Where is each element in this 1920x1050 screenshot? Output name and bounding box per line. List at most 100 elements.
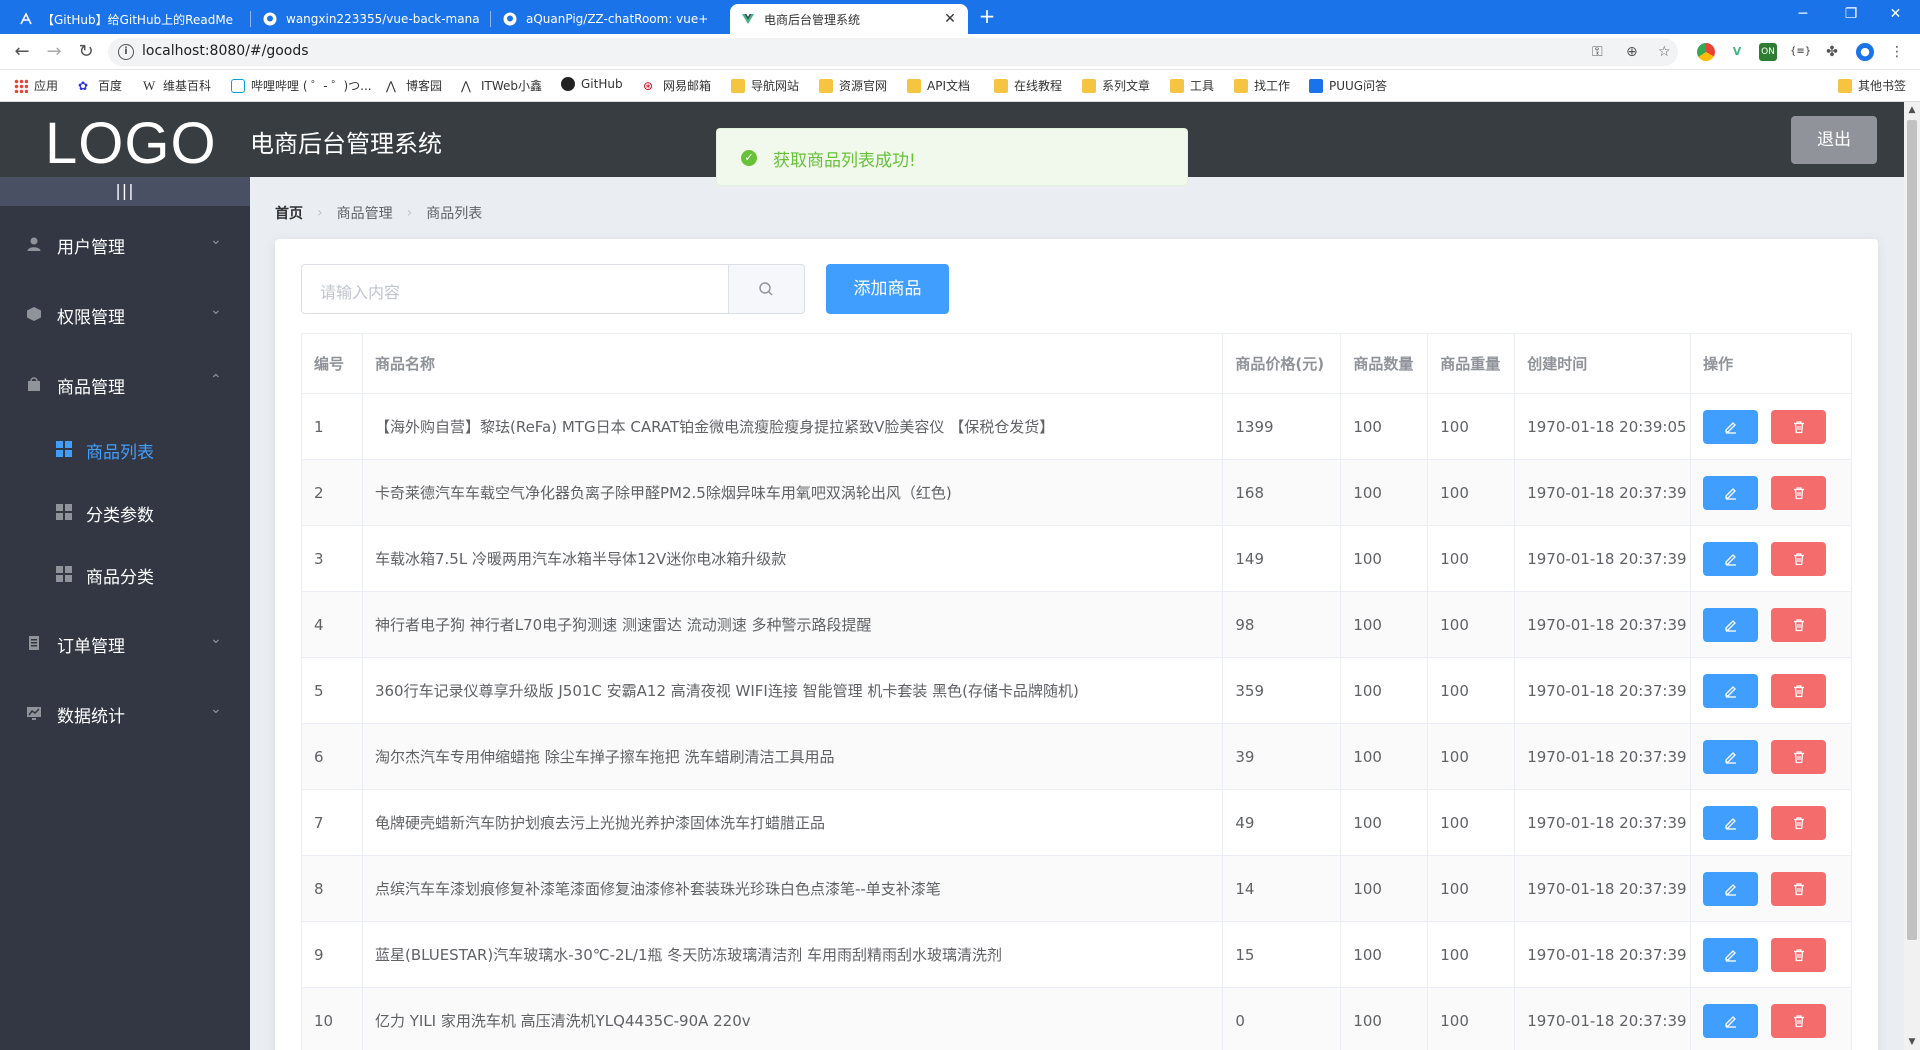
extension-on-icon[interactable]: ON bbox=[1759, 43, 1777, 61]
bookmark-label: 应用 bbox=[34, 79, 59, 93]
grid-icon bbox=[56, 441, 72, 457]
close-tab-icon[interactable]: ✕ bbox=[942, 11, 958, 27]
chevron-down-icon: ⌄ bbox=[210, 302, 222, 318]
puzzle-icon[interactable]: ✤ bbox=[1823, 43, 1841, 61]
menu-rights[interactable]: 权限管理 ⌄ bbox=[0, 286, 250, 342]
edit-button[interactable] bbox=[1703, 541, 1759, 576]
bookmark-bilibili[interactable]: 哔哩哔哩 ( ゜- ゜)つ... bbox=[231, 77, 372, 94]
cell-id: 3 bbox=[302, 526, 363, 592]
add-goods-button[interactable]: 添加商品 bbox=[826, 264, 949, 314]
info-icon[interactable]: i bbox=[118, 44, 134, 60]
bookmark-baidu[interactable]: ✿ 百度 bbox=[78, 77, 122, 94]
delete-button[interactable] bbox=[1771, 673, 1827, 708]
puug-icon bbox=[1309, 78, 1323, 93]
bookmark-wikipedia[interactable]: W 维基百科 bbox=[143, 77, 211, 94]
close-window-icon[interactable]: ✕ bbox=[1871, 0, 1920, 30]
bookmark-folder[interactable]: 工具 bbox=[1170, 77, 1214, 94]
delete-button[interactable] bbox=[1771, 937, 1827, 972]
delete-button[interactable] bbox=[1771, 409, 1827, 444]
json-icon[interactable]: {≡} bbox=[1790, 43, 1811, 61]
forward-icon[interactable]: → bbox=[42, 41, 66, 63]
scroll-down-icon[interactable]: ▼ bbox=[1904, 1034, 1920, 1050]
bookmark-label: ITWeb小鑫 bbox=[481, 79, 543, 93]
browser-tab[interactable]: 【GitHub】给GitHub上的ReadMe bbox=[8, 4, 248, 34]
search-input[interactable]: 请输入内容 bbox=[301, 264, 729, 314]
edit-button[interactable] bbox=[1703, 475, 1759, 510]
table-row: 10 亿力 YILI 家用洗车机 高压清洗机YLQ4435C-90A 220v 0 1… bbox=[302, 988, 1853, 1050]
sidebar-toggle[interactable]: ||| bbox=[0, 177, 250, 206]
delete-button[interactable] bbox=[1771, 541, 1827, 576]
menu-goods[interactable]: 商品管理 ⌃ bbox=[0, 356, 250, 412]
delete-button[interactable] bbox=[1771, 607, 1827, 642]
bookmark-folder[interactable]: API文档 bbox=[907, 77, 970, 94]
omnibox[interactable]: i localhost:8080/#/goods ⚿ ⊕ ☆ bbox=[108, 38, 1678, 66]
bookmark-github[interactable]: GitHub bbox=[561, 77, 623, 91]
submenu-params[interactable]: 分类参数 bbox=[0, 484, 250, 540]
trash-icon bbox=[1793, 486, 1804, 499]
bookmark-folder[interactable]: 在线教程 bbox=[994, 77, 1062, 94]
edit-button[interactable] bbox=[1703, 937, 1759, 972]
submenu-goods-list[interactable]: 商品列表 bbox=[0, 421, 250, 477]
delete-button[interactable] bbox=[1771, 871, 1827, 906]
edit-button[interactable] bbox=[1703, 871, 1759, 906]
bookmark-folder[interactable]: 资源官网 bbox=[819, 77, 887, 94]
breadcrumb-home[interactable]: 首页 bbox=[275, 203, 303, 223]
edit-button[interactable] bbox=[1703, 409, 1759, 444]
scroll-up-icon[interactable]: ▲ bbox=[1904, 102, 1920, 118]
chevron-down-icon: ⌄ bbox=[210, 631, 222, 647]
delete-button[interactable] bbox=[1771, 739, 1827, 774]
zoom-icon[interactable]: ⊕ bbox=[1626, 44, 1638, 60]
bookmark-folder[interactable]: 导航网站 bbox=[731, 77, 799, 94]
menu-users[interactable]: 用户管理 ⌄ bbox=[0, 216, 250, 272]
bookmark-puug[interactable]: PUUG问答 bbox=[1309, 77, 1387, 94]
trash-icon bbox=[1793, 420, 1804, 433]
submenu-categories[interactable]: 商品分类 bbox=[0, 546, 250, 602]
edit-button[interactable] bbox=[1703, 805, 1759, 840]
key-icon[interactable]: ⚿ bbox=[1592, 44, 1603, 60]
vue-devtools-icon[interactable]: V bbox=[1728, 43, 1746, 61]
menu-orders[interactable]: 订单管理 ⌄ bbox=[0, 615, 250, 671]
scroll-thumb[interactable] bbox=[1907, 120, 1917, 940]
page-scrollbar[interactable]: ▲ ▼ bbox=[1904, 102, 1920, 1050]
cell-id: 6 bbox=[302, 724, 363, 790]
new-tab-button[interactable]: + bbox=[975, 5, 999, 29]
menu-reports[interactable]: 数据统计 ⌄ bbox=[0, 685, 250, 741]
other-bookmarks[interactable]: 其他书签 bbox=[1838, 77, 1906, 94]
browser-tab[interactable]: aQuanPig/ZZ-chatRoom: vue+ bbox=[492, 4, 728, 34]
cell-goods-name: 亿力 YILI 家用洗车机 高压清洗机YLQ4435C-90A 220v bbox=[363, 988, 1224, 1050]
bookmark-label: 工具 bbox=[1190, 79, 1215, 93]
bookmark-apps[interactable]: 应用 bbox=[14, 77, 58, 94]
search-button[interactable] bbox=[729, 264, 805, 314]
bookmark-itweb[interactable]: ⋀ ITWeb小鑫 bbox=[461, 77, 542, 94]
menu-dots-icon[interactable]: ⋮ bbox=[1888, 43, 1906, 61]
back-icon[interactable]: ← bbox=[10, 41, 34, 63]
bookmark-cnblogs[interactable]: ⋀ 博客园 bbox=[386, 77, 442, 94]
delete-button[interactable] bbox=[1771, 475, 1827, 510]
cell-goods-name: 蓝星(BLUESTAR)汽车玻璃水-30℃-2L/1瓶 冬天防冻玻璃清洁剂 车用… bbox=[362, 922, 1224, 988]
delete-button[interactable] bbox=[1771, 805, 1827, 840]
tab-separator bbox=[250, 11, 251, 27]
cell-created-time: 1970-01-18 20:37:39 bbox=[1515, 724, 1692, 790]
bookmark-folder[interactable]: 系列文章 bbox=[1082, 77, 1150, 94]
edit-button[interactable] bbox=[1703, 739, 1759, 774]
star-icon[interactable]: ☆ bbox=[1658, 44, 1671, 60]
chrome-extension-icon[interactable] bbox=[1697, 43, 1715, 61]
table-row: 3 车载冰箱7.5L 冷暖两用汽车冰箱半导体12V迷你电冰箱升级款 149 100 10… bbox=[302, 526, 1853, 592]
logout-button[interactable]: 退出 bbox=[1791, 116, 1877, 164]
edit-button[interactable] bbox=[1703, 1003, 1759, 1038]
edit-button[interactable] bbox=[1703, 607, 1759, 642]
cell-weight: 100 bbox=[1428, 724, 1516, 790]
delete-button[interactable] bbox=[1771, 1003, 1827, 1038]
bookmark-folder[interactable]: 找工作 bbox=[1234, 77, 1290, 94]
cell-created-time: 1970-01-18 20:37:39 bbox=[1515, 658, 1692, 724]
reload-icon[interactable]: ↻ bbox=[74, 41, 98, 63]
github-icon bbox=[502, 11, 518, 27]
cell-weight: 100 bbox=[1428, 988, 1516, 1050]
cell-price: 15 bbox=[1223, 922, 1342, 988]
url-text[interactable]: localhost:8080/#/goods bbox=[142, 43, 309, 59]
bookmark-netease-mail[interactable]: ⊛ 网易邮箱 bbox=[643, 77, 711, 94]
browser-tab[interactable]: wangxin223355/vue-back-mana bbox=[252, 4, 490, 34]
profile-avatar[interactable]: ● bbox=[1856, 43, 1874, 61]
browser-tab-active[interactable]: 电商后台管理系统 ✕ bbox=[730, 4, 968, 34]
edit-button[interactable] bbox=[1703, 673, 1759, 708]
